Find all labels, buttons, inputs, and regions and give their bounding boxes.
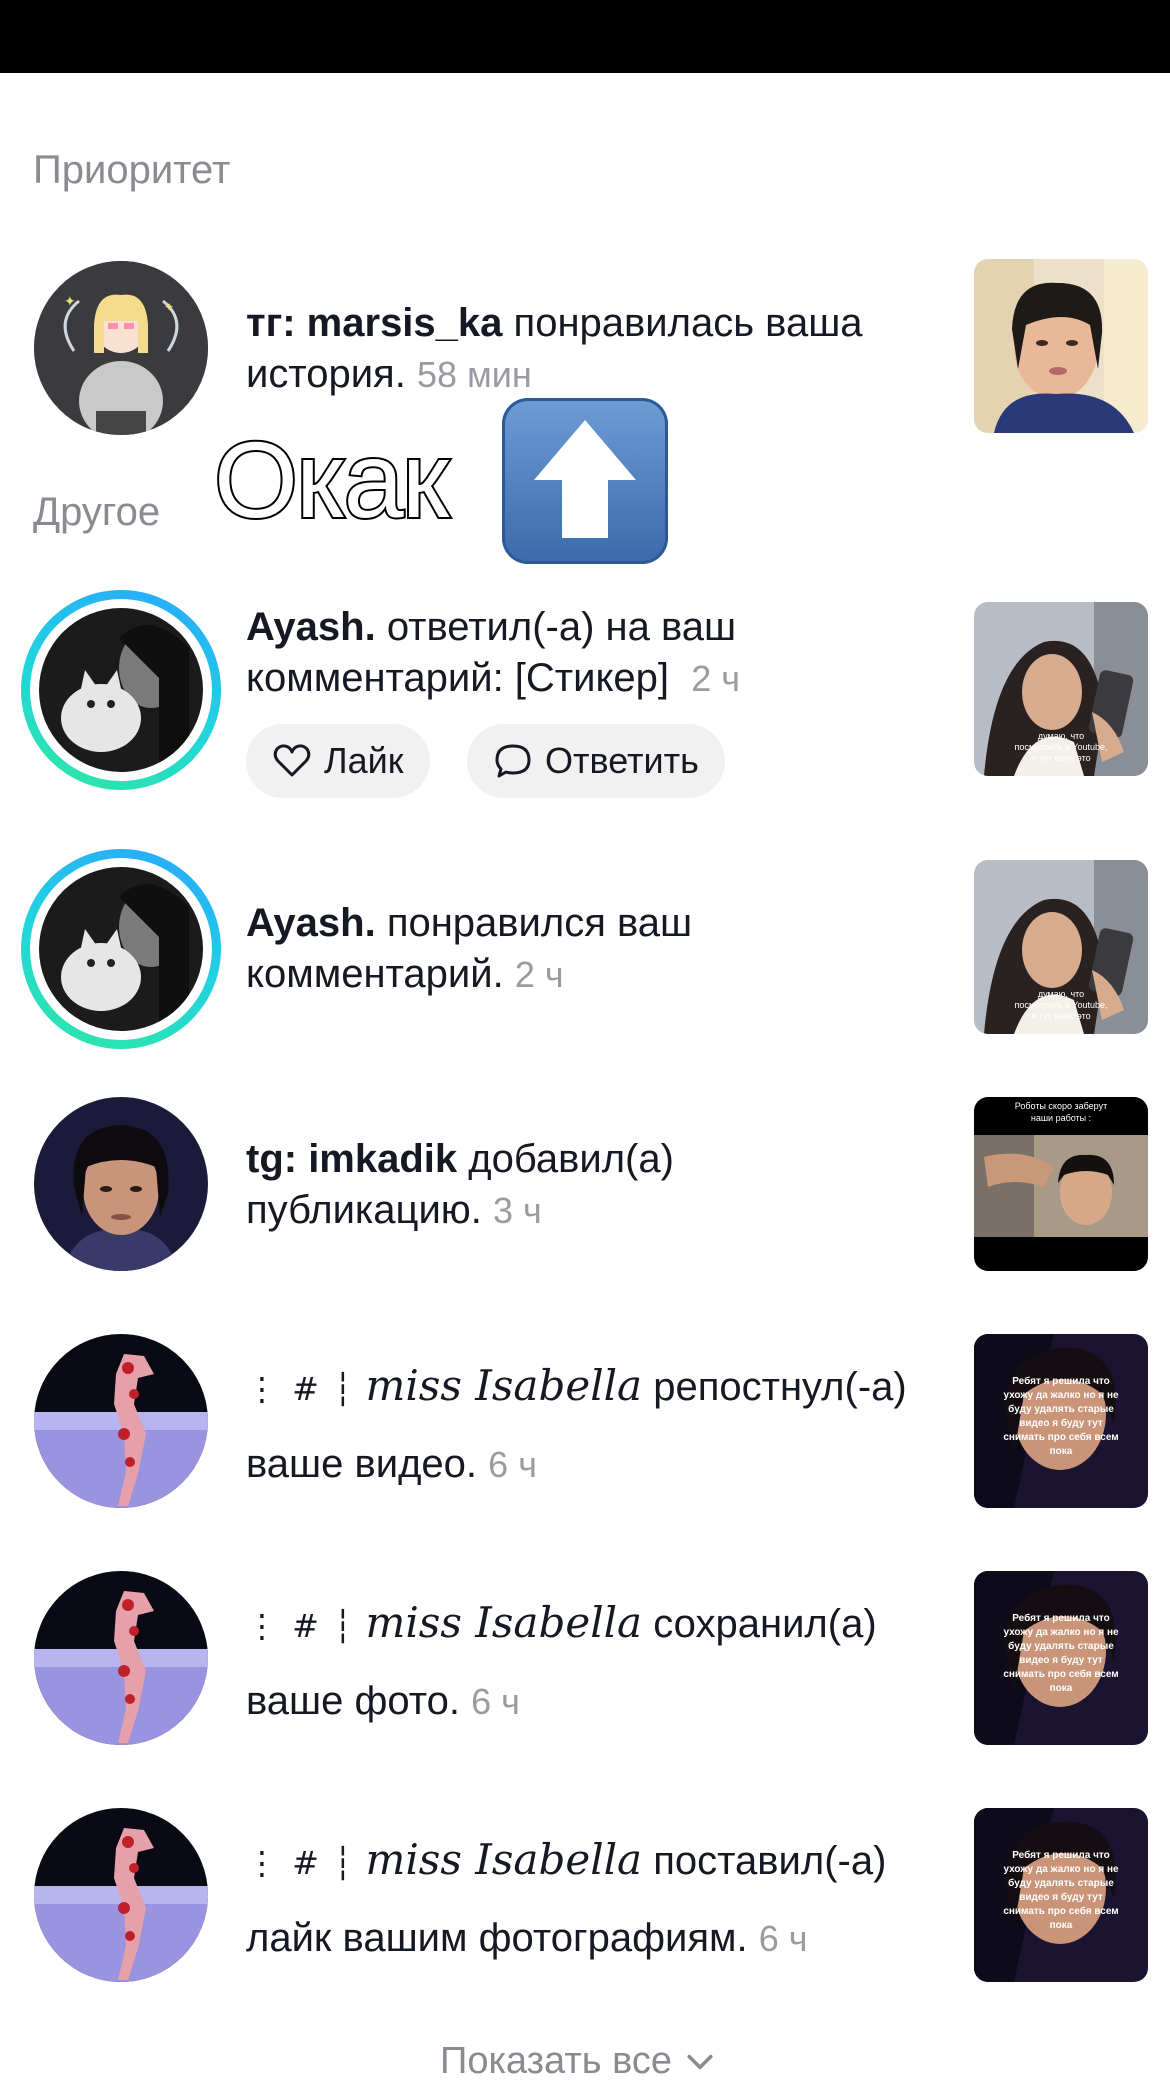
video-thumbnail[interactable]: думаю, что посмотреть в Youtube, и тут в… bbox=[974, 860, 1148, 1034]
like-button[interactable]: Лайк bbox=[246, 724, 430, 798]
thumb-caption: и тут вижу это bbox=[1031, 753, 1090, 763]
thumb-caption: и тут вижу это bbox=[1031, 1011, 1090, 1021]
show-all-label: Показать все bbox=[440, 2040, 672, 2080]
notification-text: tg: imkadik добавил(а) публикацию. 3 ч bbox=[246, 1137, 674, 1232]
thumb-caption: буду удалять старые bbox=[1008, 1403, 1114, 1415]
video-thumbnail[interactable]: думаю, что посмотреть в Youtube, и тут в… bbox=[974, 602, 1148, 776]
timestamp: 6 ч bbox=[488, 1444, 537, 1485]
heart-icon bbox=[273, 744, 311, 777]
avatar[interactable] bbox=[21, 590, 221, 790]
story-thumbnail[interactable] bbox=[974, 259, 1148, 433]
thumb-caption: видео я буду тут bbox=[1019, 1417, 1103, 1429]
video-thumbnail[interactable]: Ребят я решила что ухожу да жалко но я н… bbox=[974, 1571, 1148, 1745]
thumb-caption: ухожу да жалко но я не bbox=[1003, 1627, 1119, 1638]
thumb-caption: посмотреть в Youtube, bbox=[1014, 1000, 1107, 1010]
avatar[interactable] bbox=[34, 1571, 208, 1745]
notification-text: Ayash. понравился ваш комментарий. 2 ч bbox=[246, 901, 693, 996]
thumb-caption: думаю, что bbox=[1038, 731, 1084, 741]
timestamp: 58 мин bbox=[416, 354, 532, 395]
chevron-down-icon bbox=[687, 2054, 713, 2069]
overlay-caption: Окак bbox=[212, 418, 451, 542]
timestamp: 3 ч bbox=[493, 1190, 542, 1231]
avatar[interactable]: ✦ ✦ bbox=[34, 261, 208, 435]
status-bar bbox=[0, 0, 1170, 73]
thumb-caption: видео я буду тут bbox=[1019, 1654, 1103, 1666]
thumb-caption: снимать про себя всем bbox=[1003, 1905, 1118, 1917]
reply-button[interactable]: Ответить bbox=[467, 724, 725, 798]
timestamp: 6 ч bbox=[471, 1681, 520, 1722]
timestamp: 2 ч bbox=[514, 954, 564, 995]
timestamp: 6 ч bbox=[758, 1918, 808, 1959]
avatar[interactable] bbox=[34, 1334, 208, 1508]
username[interactable]: Ayash. bbox=[246, 901, 376, 945]
thumb-caption: снимать про себя всем bbox=[1003, 1668, 1118, 1680]
avatar[interactable] bbox=[21, 849, 221, 1049]
thumb-caption: посмотреть в Youtube, bbox=[1014, 742, 1107, 752]
notification-text: ⋮ # ┆ miss Isabella репостнул(-а) ваше в… bbox=[246, 1361, 907, 1486]
avatar[interactable] bbox=[34, 1808, 208, 1982]
svg-text:✦: ✦ bbox=[164, 300, 174, 314]
thumb-caption: буду удалять старые bbox=[1008, 1640, 1114, 1652]
thumb-caption: видео я буду тут bbox=[1019, 1891, 1103, 1903]
svg-text:✦: ✦ bbox=[64, 293, 76, 309]
thumb-caption: наши работы : bbox=[1031, 1113, 1091, 1123]
show-all-button[interactable]: Показать все bbox=[440, 2040, 718, 2080]
username[interactable]: Ayash. bbox=[246, 605, 376, 649]
notification-text: Ayash. ответил(-а) на ваш комментарий: [… bbox=[246, 605, 741, 700]
up-arrow-icon bbox=[502, 398, 668, 564]
comment-icon bbox=[495, 744, 531, 778]
thumb-caption: пока bbox=[1050, 1446, 1073, 1457]
timestamp: 2 ч bbox=[691, 658, 741, 699]
username[interactable]: miss Isabella bbox=[366, 1835, 643, 1884]
thumb-caption: пока bbox=[1050, 1920, 1073, 1931]
username[interactable]: miss Isabella bbox=[366, 1598, 643, 1647]
username[interactable]: tg: imkadik bbox=[246, 1137, 457, 1181]
thumb-caption: ухожу да жалко но я не bbox=[1003, 1864, 1119, 1875]
video-thumbnail[interactable]: Роботы скоро заберут наши работы : bbox=[974, 1097, 1148, 1271]
thumb-caption: Ребят я решила что bbox=[1012, 1375, 1110, 1387]
thumb-caption: пока bbox=[1050, 1683, 1073, 1694]
thumb-caption: Роботы скоро заберут bbox=[1015, 1101, 1107, 1111]
username[interactable]: тг: marsis_ka bbox=[246, 301, 502, 345]
thumb-caption: Ребят я решила что bbox=[1012, 1612, 1110, 1624]
notification-text: ⋮ # ┆ miss Isabella сохранил(а) ваше фот… bbox=[246, 1598, 877, 1723]
thumb-caption: думаю, что bbox=[1038, 989, 1084, 999]
thumb-caption: Ребят я решила что bbox=[1012, 1849, 1110, 1861]
section-title-other: Другое bbox=[33, 490, 161, 534]
thumb-caption: ухожу да жалко но я не bbox=[1003, 1390, 1119, 1401]
thumb-caption: снимать про себя всем bbox=[1003, 1431, 1118, 1443]
video-thumbnail[interactable]: Ребят я решила что ухожу да жалко но я н… bbox=[974, 1334, 1148, 1508]
thumb-caption: буду удалять старые bbox=[1008, 1877, 1114, 1889]
notification-text: тг: marsis_ka понравилась ваша история. … bbox=[246, 301, 863, 396]
video-thumbnail[interactable]: Ребят я решила что ухожу да жалко но я н… bbox=[974, 1808, 1148, 1982]
username[interactable]: miss Isabella bbox=[366, 1361, 643, 1410]
avatar[interactable] bbox=[34, 1097, 208, 1271]
notification-text: ⋮ # ┆ miss Isabella поставил(-а) лайк ва… bbox=[246, 1835, 887, 1960]
section-title-priority: Приоритет bbox=[33, 148, 231, 192]
